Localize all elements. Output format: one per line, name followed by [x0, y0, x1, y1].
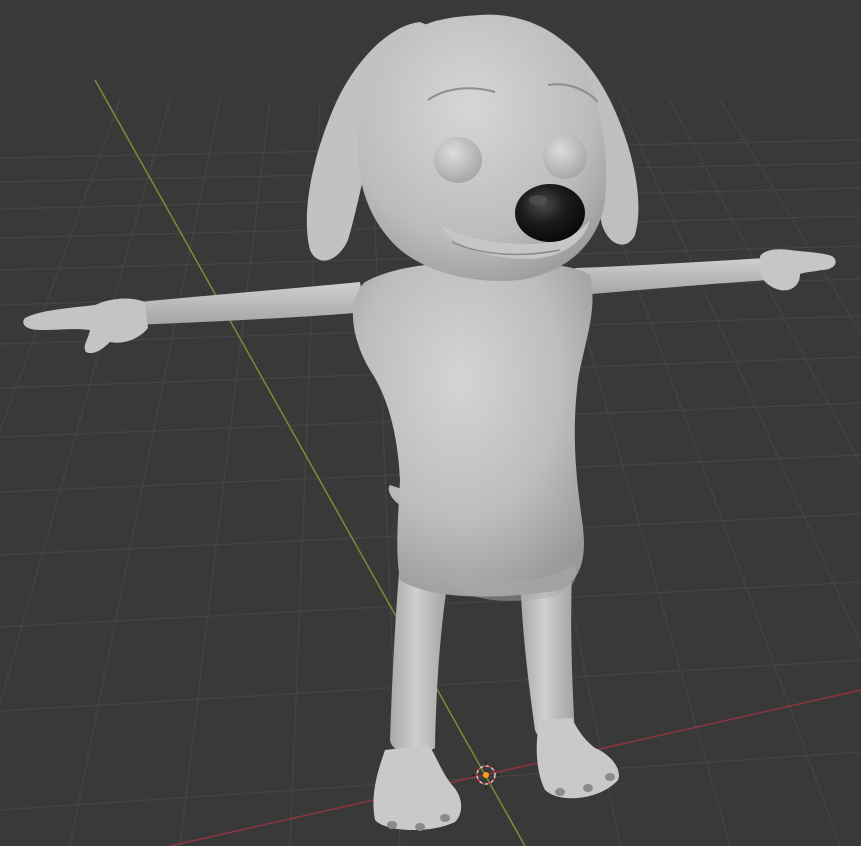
nose — [515, 184, 585, 242]
hand-right[interactable] — [23, 298, 148, 354]
foot-left[interactable] — [536, 718, 619, 799]
viewport-canvas[interactable] — [0, 0, 861, 846]
eye-left — [543, 135, 587, 179]
hand-left[interactable] — [760, 249, 836, 291]
arm-left[interactable] — [575, 258, 768, 295]
nose-highlight — [529, 195, 547, 205]
3d-cursor[interactable] — [472, 761, 500, 789]
torso[interactable] — [352, 262, 593, 597]
dog-model[interactable] — [23, 14, 836, 831]
eye-right — [434, 137, 482, 183]
arm-right[interactable] — [135, 282, 365, 325]
origin-dot — [483, 772, 489, 778]
x-axis-line — [169, 689, 861, 846]
3d-viewport[interactable] — [0, 0, 861, 846]
